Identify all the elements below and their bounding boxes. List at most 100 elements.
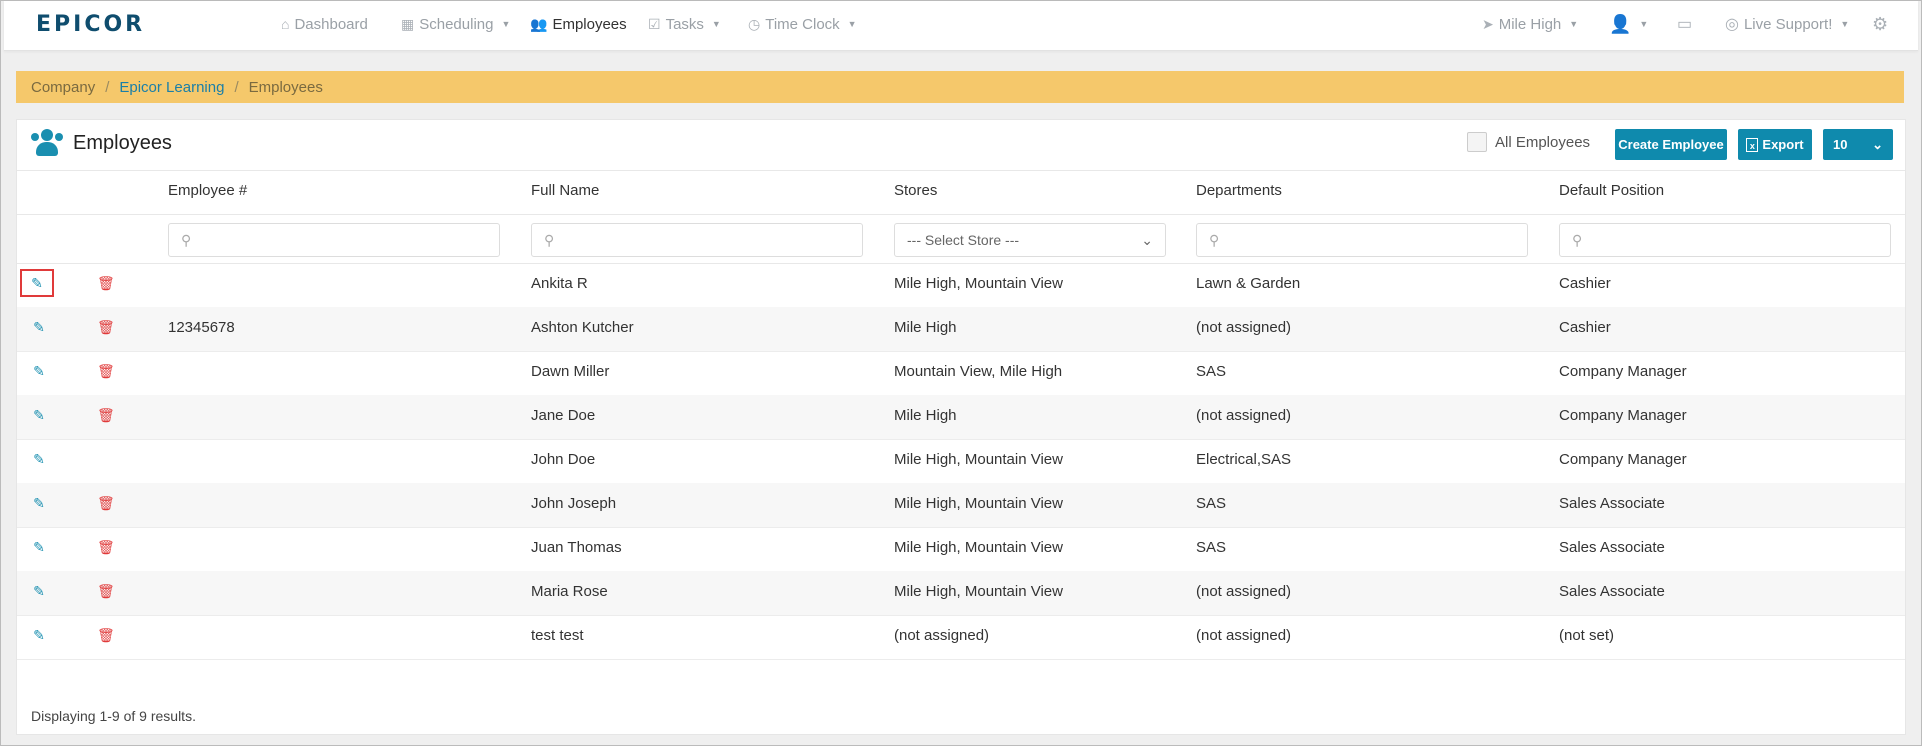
employee-number-cell: 12345678 [168, 319, 235, 336]
full-name-cell: John Doe [531, 451, 596, 468]
default-position-cell: Company Manager [1559, 451, 1687, 468]
nav-live-support[interactable]: ◎ Live Support! ▼ [1725, 14, 1849, 34]
trash-icon[interactable]: 🗑 [97, 319, 115, 335]
all-employees-checkbox[interactable] [1467, 132, 1487, 152]
departments-cell: SAS [1196, 363, 1227, 380]
stores-cell: Mile High [894, 407, 957, 424]
gear-icon: ⚙ [1872, 13, 1889, 34]
stores-cell: Mile High, Mountain View [894, 495, 1063, 512]
filter-row: ⚲ ⚲ --- Select Store --- ⌄ ⚲ ⚲ [17, 214, 1905, 264]
stores-cell: Mile High [894, 319, 957, 336]
full-name-cell: Ankita R [531, 275, 588, 292]
trash-icon[interactable]: 🗑 [97, 275, 115, 291]
store-select[interactable]: --- Select Store --- ⌄ [894, 223, 1166, 257]
departments-cell: Electrical,SAS [1196, 451, 1292, 468]
trash-icon[interactable]: 🗑 [97, 363, 115, 379]
stores-cell: Mile High, Mountain View [894, 539, 1063, 556]
home-icon: ⌂ [281, 16, 290, 32]
employee-number-filter[interactable]: ⚲ [168, 223, 500, 257]
full-name-cell: Maria Rose [531, 583, 608, 600]
users-icon: 👥 [530, 15, 548, 32]
full-name-cell: John Joseph [531, 495, 617, 512]
nav-location[interactable]: ➤ Mile High ▼ [1482, 14, 1578, 34]
departments-cell: Lawn & Garden [1196, 275, 1301, 292]
nav-employees-label: Employees [552, 15, 627, 33]
edit-icon[interactable]: ✎ [29, 625, 49, 645]
edit-icon[interactable]: ✎ [20, 269, 54, 297]
column-employee-number[interactable]: Employee # [168, 182, 247, 199]
default-position-cell: Company Manager [1559, 363, 1687, 380]
breadcrumb-company[interactable]: Company [31, 79, 95, 96]
all-employees-toggle[interactable]: All Employees [1467, 132, 1590, 152]
default-position-cell: Cashier [1559, 319, 1611, 336]
nav-user-menu[interactable]: 👤 ▼ [1609, 14, 1648, 34]
nav-settings[interactable]: ⚙ [1872, 14, 1888, 34]
trash-icon[interactable]: 🗑 [97, 627, 115, 643]
column-stores[interactable]: Stores [894, 182, 937, 199]
store-select-value: --- Select Store --- [907, 232, 1020, 248]
caret-down-icon: ▼ [711, 19, 721, 29]
nav-scheduling[interactable]: ▦ Scheduling ▼ [401, 14, 510, 34]
default-position-cell: Sales Associate [1559, 495, 1665, 512]
full-name-filter[interactable]: ⚲ [531, 223, 863, 257]
user-icon: 👤 [1609, 13, 1632, 34]
edit-icon[interactable]: ✎ [29, 537, 49, 557]
top-navbar: EPICOR ⌂ Dashboard ▦ Scheduling ▼ 👥 Empl… [4, 1, 1918, 51]
departments-cell: (not assigned) [1196, 627, 1292, 644]
table-row: ✎ 🗑 Dawn Miller Mountain View, Mile High SAS… [17, 351, 1905, 396]
nav-tasks[interactable]: ☑ Tasks ▼ [648, 14, 721, 34]
breadcrumb-separator: / [105, 78, 110, 96]
stores-cell: Mountain View, Mile High [894, 363, 1063, 380]
column-default-position[interactable]: Default Position [1559, 182, 1664, 199]
trash-icon[interactable]: 🗑 [97, 407, 115, 423]
caret-down-icon: ▼ [501, 19, 511, 29]
employees-panel: Employees All Employees Create Employee … [16, 119, 1906, 735]
full-name-cell: Dawn Miller [531, 363, 610, 380]
default-position-filter[interactable]: ⚲ [1559, 223, 1891, 257]
nav-dashboard[interactable]: ⌂ Dashboard [281, 14, 368, 34]
table-row: ✎ 🗑 Jane Doe Mile High (not assigned) Company… [17, 395, 1905, 440]
default-position-cell: Cashier [1559, 275, 1611, 292]
breadcrumb-epicor-learning[interactable]: Epicor Learning [119, 79, 224, 96]
page-title-text: Employees [73, 131, 172, 154]
clock-icon: ◷ [748, 15, 761, 32]
create-employee-button[interactable]: Create Employee [1615, 129, 1727, 160]
results-summary: Displaying 1-9 of 9 results. [31, 708, 196, 724]
nav-time-clock[interactable]: ◷ Time Clock ▼ [748, 14, 857, 34]
nav-location-label: Mile High [1498, 15, 1562, 33]
chevron-down-icon: ⌄ [1141, 231, 1153, 248]
stores-cell: Mile High, Mountain View [894, 451, 1063, 468]
edit-icon[interactable]: ✎ [29, 581, 49, 601]
default-position-cell: Company Manager [1559, 407, 1687, 424]
export-button[interactable]: x Export [1738, 129, 1812, 160]
all-employees-label: All Employees [1495, 133, 1591, 151]
stores-cell: Mile High, Mountain View [894, 583, 1063, 600]
trash-icon[interactable]: 🗑 [97, 583, 115, 599]
trash-icon[interactable]: 🗑 [97, 539, 115, 555]
nav-messages[interactable]: ▭ [1677, 14, 1692, 34]
edit-icon[interactable]: ✎ [29, 449, 49, 469]
search-icon: ⚲ [1209, 232, 1220, 248]
breadcrumb-separator: / [234, 78, 239, 96]
edit-icon[interactable]: ✎ [29, 493, 49, 513]
table-row: ✎ 🗑 12345678 Ashton Kutcher Mile High (not as… [17, 307, 1905, 352]
excel-icon: x [1746, 137, 1759, 152]
page-size-dropdown[interactable]: 10 ⌄ [1823, 129, 1893, 160]
chevron-down-icon: ⌄ [1872, 136, 1883, 152]
page-size-value: 10 [1833, 137, 1848, 152]
edit-icon[interactable]: ✎ [29, 361, 49, 381]
table-row: ✎ 🗑 Ankita R Mile High, Mountain View Lawn &… [17, 263, 1905, 308]
edit-icon[interactable]: ✎ [29, 317, 49, 337]
epicor-logo[interactable]: EPICOR [36, 12, 145, 37]
default-position-cell: Sales Associate [1559, 539, 1665, 556]
edit-icon[interactable]: ✎ [29, 405, 49, 425]
departments-filter[interactable]: ⚲ [1196, 223, 1528, 257]
breadcrumb-employees: Employees [248, 78, 323, 96]
column-full-name[interactable]: Full Name [531, 182, 599, 199]
breadcrumb: Company / Epicor Learning / Employees [16, 71, 1904, 103]
column-departments[interactable]: Departments [1196, 182, 1282, 199]
trash-icon[interactable]: 🗑 [97, 495, 115, 511]
stores-cell: Mile High, Mountain View [894, 275, 1063, 292]
nav-employees[interactable]: 👥 Employees [530, 14, 627, 34]
nav-scheduling-label: Scheduling [419, 15, 494, 33]
